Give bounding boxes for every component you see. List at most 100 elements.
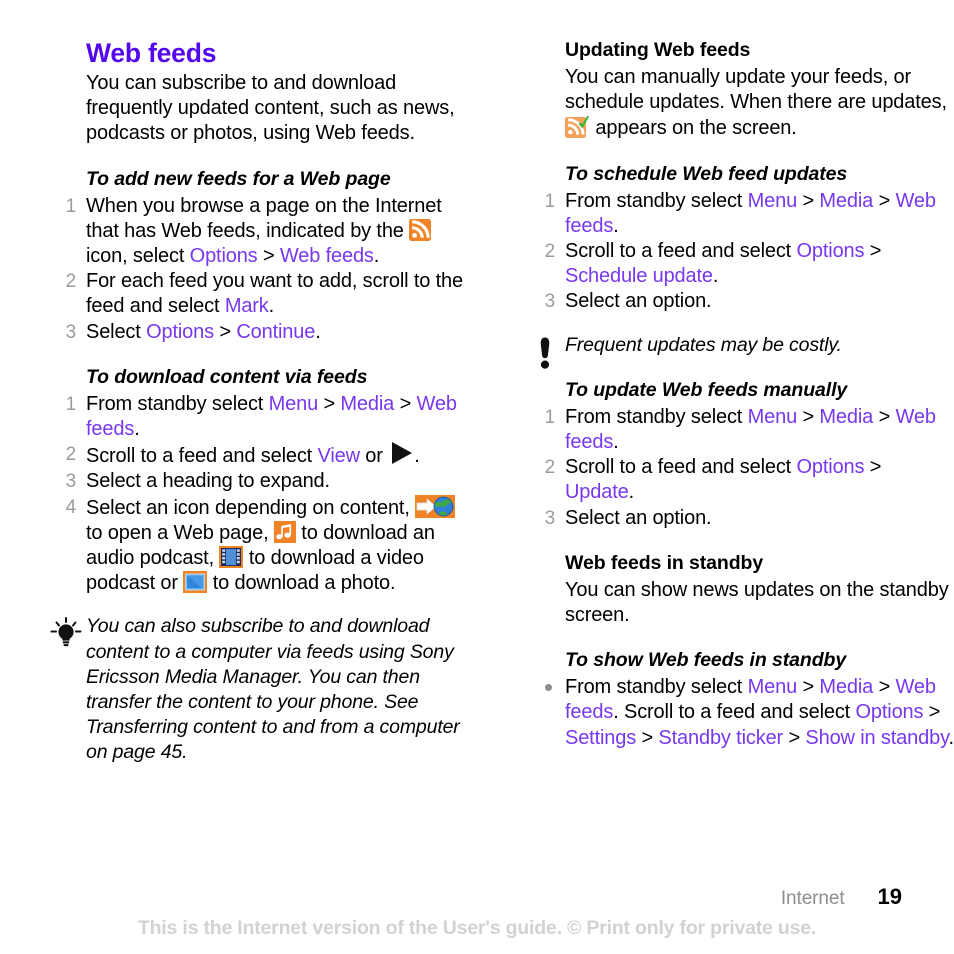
step-text: Select an icon depending on content, to … (86, 494, 456, 594)
page-columns: Web feeds You can subscribe to and downl… (0, 38, 954, 766)
step-text: Select a heading to expand. (86, 470, 330, 493)
ui-reference: Media (819, 189, 874, 212)
steps-schedule-updates: 1 From standby select Menu > Media > Web … (526, 189, 954, 315)
ui-reference: Continue (236, 320, 316, 343)
ui-reference: Media (819, 405, 874, 428)
step-number: 2 (65, 271, 77, 293)
step-item: 3 Select an option. (526, 506, 954, 531)
web-page-icon (415, 494, 456, 518)
heading-schedule-updates: To schedule Web feed updates (565, 162, 848, 185)
watermark-notice: This is the Internet version of the User… (137, 917, 817, 939)
step-number: 3 (65, 471, 77, 493)
updating-paragraph: You can manually update your feeds, or s… (565, 66, 947, 140)
ui-reference: View (317, 445, 361, 468)
steps-update-manually: 1 From standby select Menu > Media > Web … (526, 405, 954, 531)
step-number: 3 (65, 321, 77, 343)
step-text: From standby select Menu > Media > Web f… (86, 392, 457, 441)
bullet-marker (545, 684, 552, 692)
step-text: Select Options > Continue. (86, 320, 321, 343)
heading-show-in-standby: To show Web feeds in standby (565, 649, 847, 672)
step-text: Scroll to a feed and select Options > Up… (565, 456, 882, 504)
step-number: 1 (544, 190, 556, 212)
ui-reference: Mark (224, 295, 269, 318)
standby-paragraph: You can show news updates on the standby… (565, 578, 949, 627)
ui-reference: Media (819, 676, 874, 699)
heading-update-manually: To update Web feeds manually (565, 378, 848, 401)
step-item: 3 Select an option. (526, 289, 954, 314)
step-number: 2 (544, 457, 556, 479)
play-triangle-icon (392, 442, 413, 465)
music-note-icon (273, 520, 296, 543)
ui-reference: Standby ticker (658, 726, 784, 749)
note-callout: Frequent updates may be costly. (526, 333, 954, 369)
heading-add-new-feeds: To add new feeds for a Web page (86, 167, 391, 190)
step-number: 1 (65, 195, 77, 217)
left-column: Web feeds You can subscribe to and downl… (47, 38, 475, 766)
rss-icon (409, 218, 432, 241)
step-number: 4 (65, 496, 77, 518)
step-number: 3 (544, 291, 556, 313)
ui-reference: Options (796, 240, 865, 263)
step-text: Select an option. (565, 290, 712, 313)
step-number: 1 (65, 393, 77, 415)
page-title: Web feeds (86, 38, 217, 68)
step-text: From standby select Menu > Media > Web f… (565, 676, 954, 749)
step-text: When you browse a page on the Internet t… (86, 194, 442, 268)
right-column: Updating Web feeds You can manually upda… (526, 38, 954, 766)
step-item: 3 Select a heading to expand. (47, 469, 475, 494)
steps-show-in-standby: From standby select Menu > Media > Web f… (526, 675, 954, 751)
footer: Internet 19 (781, 884, 902, 910)
step-number: 1 (544, 406, 556, 428)
step-item: 2 Scroll to a feed and select Options > S… (526, 239, 954, 289)
step-item: 2 Scroll to a feed and select View or . (47, 442, 475, 469)
step-item: 1 When you browse a page on the Internet … (47, 194, 475, 270)
step-item: 2 For each feed you want to add, scroll t… (47, 269, 475, 319)
ui-reference: Show in standby (805, 726, 949, 749)
tip-callout: You can also subscribe to and download c… (47, 614, 475, 765)
step-item: 1 From standby select Menu > Media > Web … (526, 189, 954, 239)
footer-chapter-name: Internet (780, 888, 845, 909)
ui-reference: Menu (268, 392, 319, 415)
heading-web-feeds-in-standby: Web feeds in standby (565, 551, 764, 574)
heading-updating-web-feeds: Updating Web feeds (565, 39, 751, 61)
steps-add-new-feeds: 1 When you browse a page on the Internet … (47, 194, 475, 345)
step-text: For each feed you want to add, scroll to… (86, 270, 463, 318)
step-item: 1 From standby select Menu > Media > Web … (47, 392, 475, 442)
ui-reference: Options (146, 320, 214, 343)
step-text: Scroll to a feed and select Options > Sc… (565, 240, 882, 288)
step-text: Select an option. (565, 506, 712, 529)
ui-reference: Menu (747, 405, 798, 428)
step-text: From standby select Menu > Media > Web f… (565, 189, 936, 237)
ui-reference: Options (855, 701, 924, 724)
ui-reference: Menu (747, 676, 798, 699)
step-number: 3 (544, 507, 556, 529)
intro-paragraph: You can subscribe to and download freque… (86, 72, 455, 145)
step-text: From standby select Menu > Media > Web f… (565, 405, 936, 454)
step-number: 2 (544, 241, 556, 263)
step-text: Scroll to a feed and select View or . (86, 442, 420, 468)
ui-reference: Settings (565, 726, 637, 749)
exclamation-icon (528, 335, 562, 369)
ui-reference: Web feeds (279, 245, 374, 268)
note-text: Frequent updates may be costly. (565, 333, 842, 356)
ui-reference: Schedule update (565, 265, 713, 288)
manual-page: Web feeds You can subscribe to and downl… (0, 0, 954, 954)
steps-download-content: 1 From standby select Menu > Media > Web … (47, 392, 475, 597)
film-strip-icon (219, 546, 244, 569)
page-number: 19 (877, 884, 902, 909)
step-item: 4 Select an icon depending on content, to… (47, 494, 475, 597)
ui-reference: Update (565, 481, 629, 504)
step-item: 1 From standby select Menu > Media > Web … (526, 405, 954, 455)
heading-download-content: To download content via feeds (86, 365, 368, 388)
ui-reference: Options (189, 245, 258, 268)
photo-icon (183, 571, 208, 594)
rss-update-icon (565, 115, 590, 139)
ui-reference: Media (340, 392, 395, 415)
step-item: 2 Scroll to a feed and select Options > U… (526, 455, 954, 505)
step-item: From standby select Menu > Media > Web f… (526, 675, 954, 751)
ui-reference: Menu (747, 189, 798, 212)
step-item: 3 Select Options > Continue. (47, 320, 475, 345)
step-number: 2 (65, 444, 77, 466)
tip-text: You can also subscribe to and download c… (86, 615, 460, 764)
lightbulb-icon (49, 616, 83, 650)
